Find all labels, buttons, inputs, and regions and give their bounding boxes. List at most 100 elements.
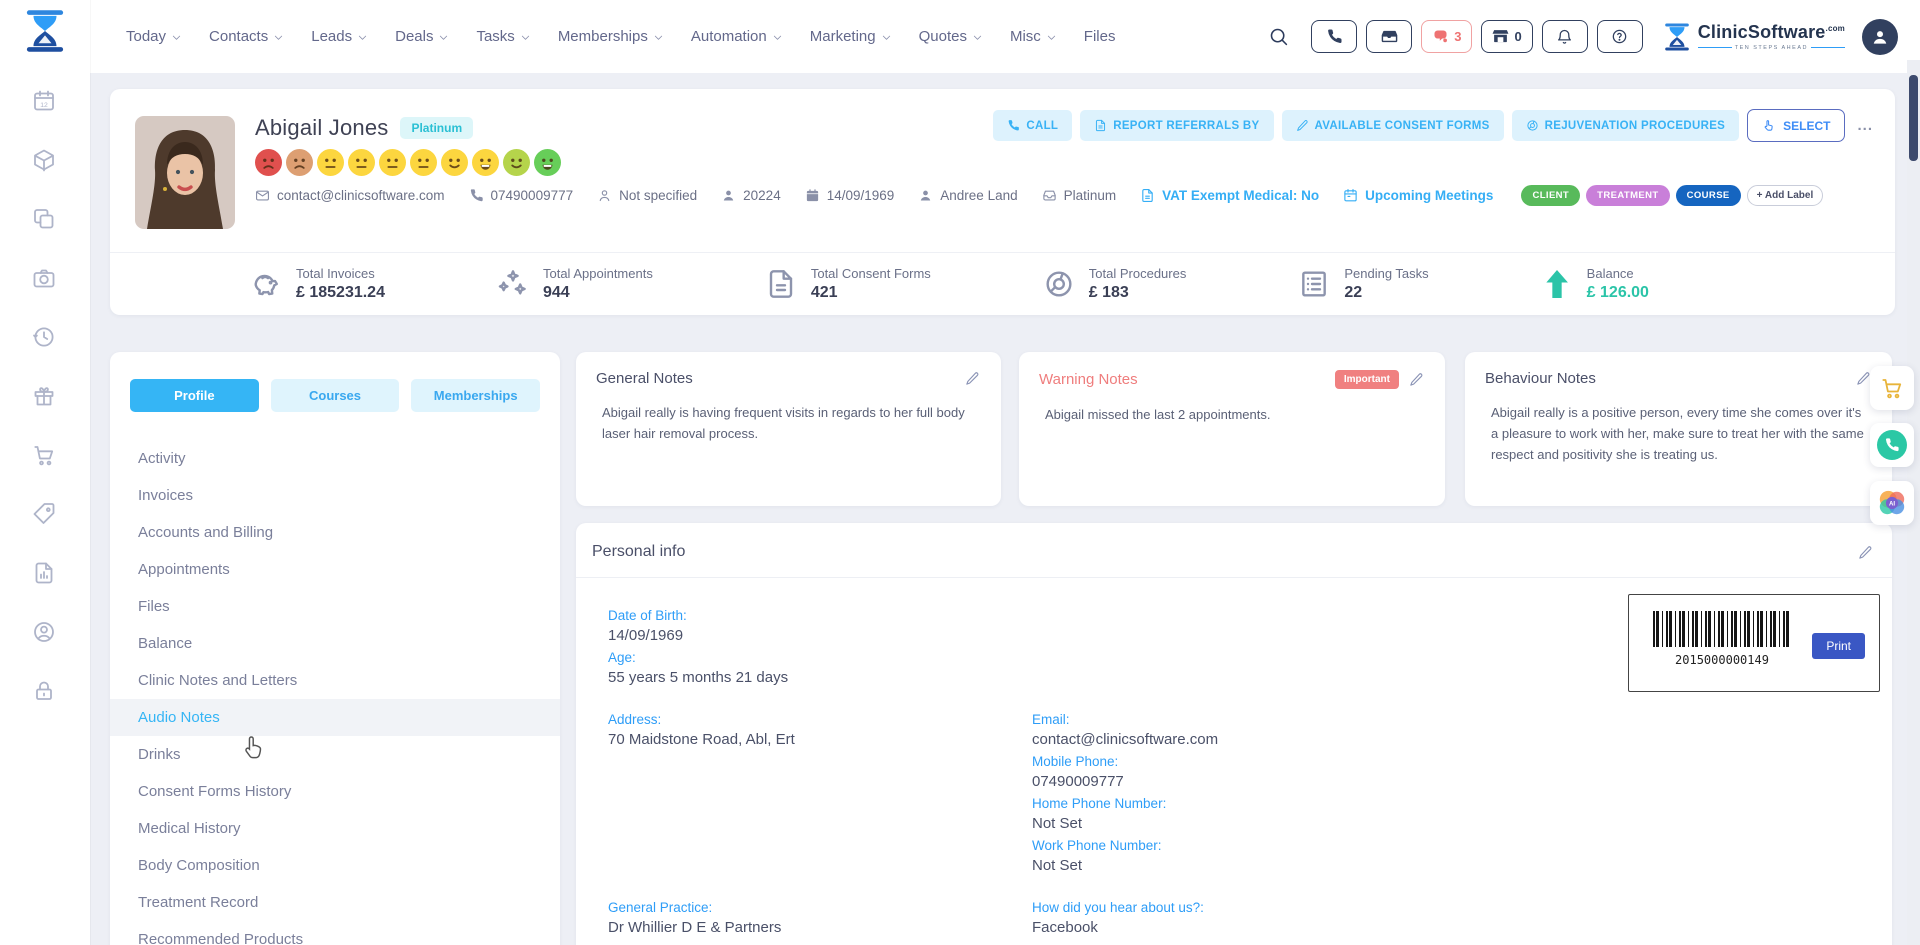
nav-misc[interactable]: Misc: [1010, 28, 1057, 45]
nav-tasks[interactable]: Tasks: [476, 28, 530, 45]
nav-leads[interactable]: Leads: [311, 28, 368, 45]
menu-body-composition[interactable]: Body Composition: [110, 847, 560, 884]
email-chip[interactable]: contact@clinicsoftware.com: [255, 188, 445, 203]
consent-forms-button[interactable]: AVAILABLE CONSENT FORMS: [1282, 110, 1504, 141]
mood-face-icon[interactable]: [410, 149, 437, 176]
logo-text: ClinicSoftware: [1698, 22, 1826, 42]
price-tag-icon[interactable]: [32, 501, 58, 527]
cart-float-button[interactable]: [1870, 366, 1914, 410]
nav-contacts[interactable]: Contacts: [209, 28, 284, 45]
reports-icon[interactable]: [32, 560, 58, 586]
field-label: Date of Birth:: [608, 606, 1032, 625]
phone-icon: [1877, 430, 1907, 460]
edit-pencil-icon[interactable]: [1858, 544, 1874, 560]
menu-balance[interactable]: Balance: [110, 625, 560, 662]
chat-bubbles-icon: [1432, 28, 1449, 45]
call-float-button[interactable]: [1870, 423, 1914, 467]
stat-icon: [1541, 268, 1573, 300]
more-options-button[interactable]: ...: [1853, 117, 1877, 134]
products-box-icon[interactable]: [32, 147, 58, 173]
store-button[interactable]: 0: [1481, 20, 1532, 53]
nav-deals[interactable]: Deals: [395, 28, 449, 45]
report-referrals-button[interactable]: REPORT REFERRALS BY: [1080, 110, 1273, 141]
menu-consent-forms-history[interactable]: Consent Forms History: [110, 773, 560, 810]
meetings-chip[interactable]: Upcoming Meetings: [1343, 188, 1493, 203]
call-button[interactable]: CALL: [993, 110, 1072, 141]
patient-photo[interactable]: [135, 116, 235, 229]
select-button[interactable]: SELECT: [1747, 109, 1845, 142]
history-icon[interactable]: [32, 324, 58, 350]
help-button[interactable]: [1597, 20, 1643, 53]
menu-accounts-and-billing[interactable]: Accounts and Billing: [110, 514, 560, 551]
clinicsoftware-hourglass-logo-icon[interactable]: [22, 8, 68, 54]
add-label-button[interactable]: + Add Label: [1747, 185, 1824, 206]
mood-face-icon[interactable]: [286, 149, 313, 176]
ai-assistant-button[interactable]: AI: [1870, 481, 1914, 525]
menu-recommended-products[interactable]: Recommended Products: [110, 921, 560, 945]
notifications-button[interactable]: [1542, 20, 1588, 53]
menu-files[interactable]: Files: [110, 588, 560, 625]
clinicsoftware-logo[interactable]: ClinicSoftware.com TEN STEPS AHEAD: [1662, 22, 1845, 52]
print-button[interactable]: Print: [1812, 633, 1865, 659]
nav-automation[interactable]: Automation: [691, 28, 783, 45]
menu-clinic-notes-and-letters[interactable]: Clinic Notes and Letters: [110, 662, 560, 699]
contact-chip-icon: [255, 188, 270, 203]
mood-face-icon[interactable]: [317, 149, 344, 176]
account-icon[interactable]: [32, 619, 58, 645]
nav-marketing[interactable]: Marketing: [810, 28, 892, 45]
rejuvenation-button[interactable]: REJUVENATION PROCEDURES: [1512, 110, 1740, 141]
tab-courses[interactable]: Courses: [271, 379, 400, 412]
personal-info-field: Email: contact@clinicsoftware.com: [1032, 710, 1892, 750]
mood-face-icon[interactable]: [379, 149, 406, 176]
label-client[interactable]: CLIENT: [1521, 185, 1580, 206]
mood-face-icon[interactable]: [255, 149, 282, 176]
camera-icon[interactable]: [32, 265, 58, 291]
calendar-icon[interactable]: 12: [32, 88, 58, 114]
user-avatar[interactable]: [1862, 19, 1898, 55]
chat-button[interactable]: 3: [1421, 20, 1472, 53]
nav-quotes[interactable]: Quotes: [919, 28, 983, 45]
inbox-button[interactable]: [1366, 20, 1412, 53]
mood-face-icon[interactable]: [348, 149, 375, 176]
menu-activity[interactable]: Activity: [110, 440, 560, 477]
menu-drinks[interactable]: Drinks: [110, 736, 560, 773]
edit-pencil-icon[interactable]: [965, 371, 981, 387]
edit-pencil-icon[interactable]: [1409, 372, 1425, 388]
menu-medical-history[interactable]: Medical History: [110, 810, 560, 847]
stat-label: Total Consent Forms: [811, 266, 931, 281]
warning-notes-card: Warning Notes Important Abigail missed t…: [1019, 352, 1445, 506]
field-value: 07490009777: [1032, 771, 1892, 792]
dialer-button[interactable]: [1311, 20, 1357, 53]
mood-face-icon[interactable]: [534, 149, 561, 176]
nav-files[interactable]: Files: [1084, 28, 1116, 45]
menu-audio-notes[interactable]: Audio Notes: [110, 699, 560, 736]
client-id-chip: 20224: [721, 188, 781, 203]
menu-treatment-record[interactable]: Treatment Record: [110, 884, 560, 921]
warning-notes-title: Warning Notes: [1039, 371, 1138, 388]
lock-icon[interactable]: [32, 678, 58, 704]
search-icon[interactable]: [1268, 24, 1294, 50]
label-treatment[interactable]: TREATMENT: [1586, 185, 1669, 206]
duplicates-icon[interactable]: [32, 206, 58, 232]
gift-icon[interactable]: [32, 383, 58, 409]
scrollbar-thumb[interactable]: [1909, 75, 1918, 161]
shopping-cart-icon[interactable]: [32, 442, 58, 468]
phone-chip[interactable]: 07490009777: [469, 188, 574, 203]
tab-memberships[interactable]: Memberships: [411, 379, 540, 412]
chevron-down-icon: [881, 32, 892, 43]
menu-invoices[interactable]: Invoices: [110, 477, 560, 514]
vat-chip[interactable]: VAT Exempt Medical: No: [1140, 188, 1319, 203]
menu-appointments[interactable]: Appointments: [110, 551, 560, 588]
contact-chip-icon: [805, 188, 820, 203]
nav-memberships[interactable]: Memberships: [558, 28, 664, 45]
logo-tagline: TEN STEPS AHEAD: [1698, 45, 1845, 51]
tab-profile[interactable]: Profile: [130, 379, 259, 412]
nav-today[interactable]: Today: [126, 28, 182, 45]
patient-name: Abigail Jones: [255, 115, 388, 141]
stat-value: 421: [811, 284, 931, 302]
mood-face-icon[interactable]: [472, 149, 499, 176]
label-course[interactable]: COURSE: [1676, 185, 1741, 206]
action-button-icon: [1296, 119, 1309, 132]
mood-face-icon[interactable]: [503, 149, 530, 176]
mood-face-icon[interactable]: [441, 149, 468, 176]
